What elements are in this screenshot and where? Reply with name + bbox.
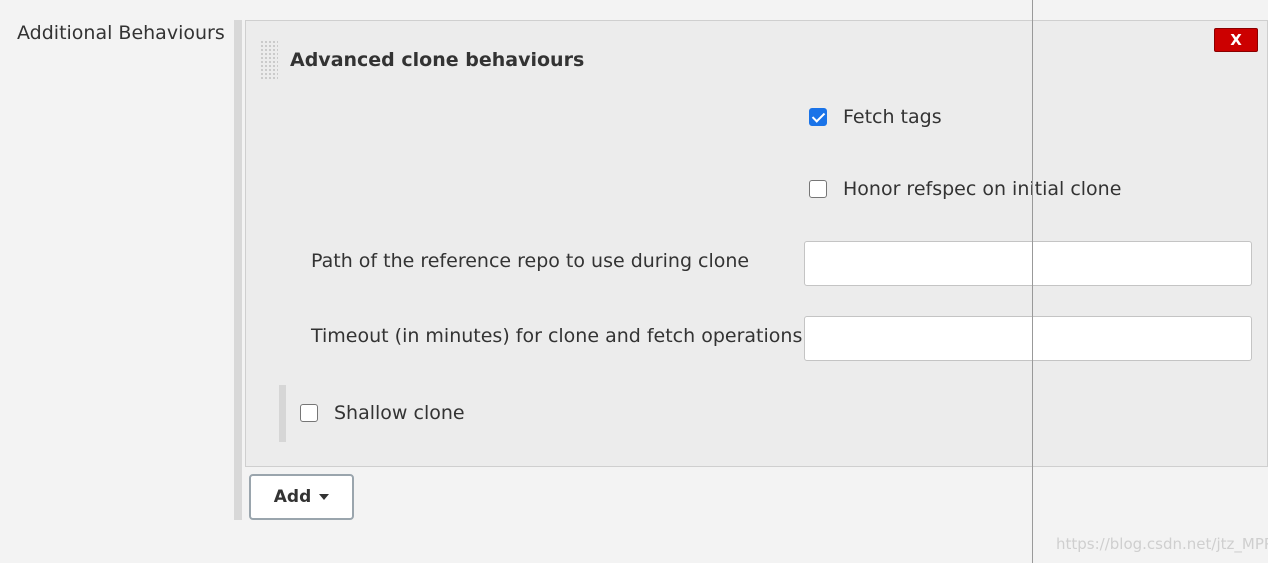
panel-title: Advanced clone behaviours xyxy=(290,49,585,71)
honor-refspec-label: Honor refspec on initial clone xyxy=(843,178,1122,200)
fetch-tags-label: Fetch tags xyxy=(843,106,942,128)
add-button[interactable]: Add xyxy=(249,474,354,520)
close-button[interactable]: X xyxy=(1214,28,1258,52)
shallow-clone-label: Shallow clone xyxy=(334,402,465,424)
timeout-label: Timeout (in minutes) for clone and fetch… xyxy=(311,325,803,347)
fetch-tags-checkbox[interactable] xyxy=(809,108,827,126)
shallow-clone-checkbox[interactable] xyxy=(300,404,318,422)
section-label: Additional Behaviours xyxy=(17,22,225,44)
overlay-divider xyxy=(1032,0,1033,563)
caret-down-icon xyxy=(319,494,330,500)
reference-repo-label: Path of the reference repo to use during… xyxy=(311,250,750,272)
nested-rail xyxy=(279,385,286,442)
reference-repo-input[interactable] xyxy=(804,241,1252,286)
honor-refspec-checkbox[interactable] xyxy=(809,180,827,198)
add-button-label: Add xyxy=(273,487,312,507)
drag-handle-icon[interactable] xyxy=(260,40,278,80)
timeout-input[interactable] xyxy=(804,316,1252,361)
left-rail xyxy=(234,20,242,520)
watermark: https://blog.csdn.net/jtz_MPP xyxy=(1056,535,1268,553)
